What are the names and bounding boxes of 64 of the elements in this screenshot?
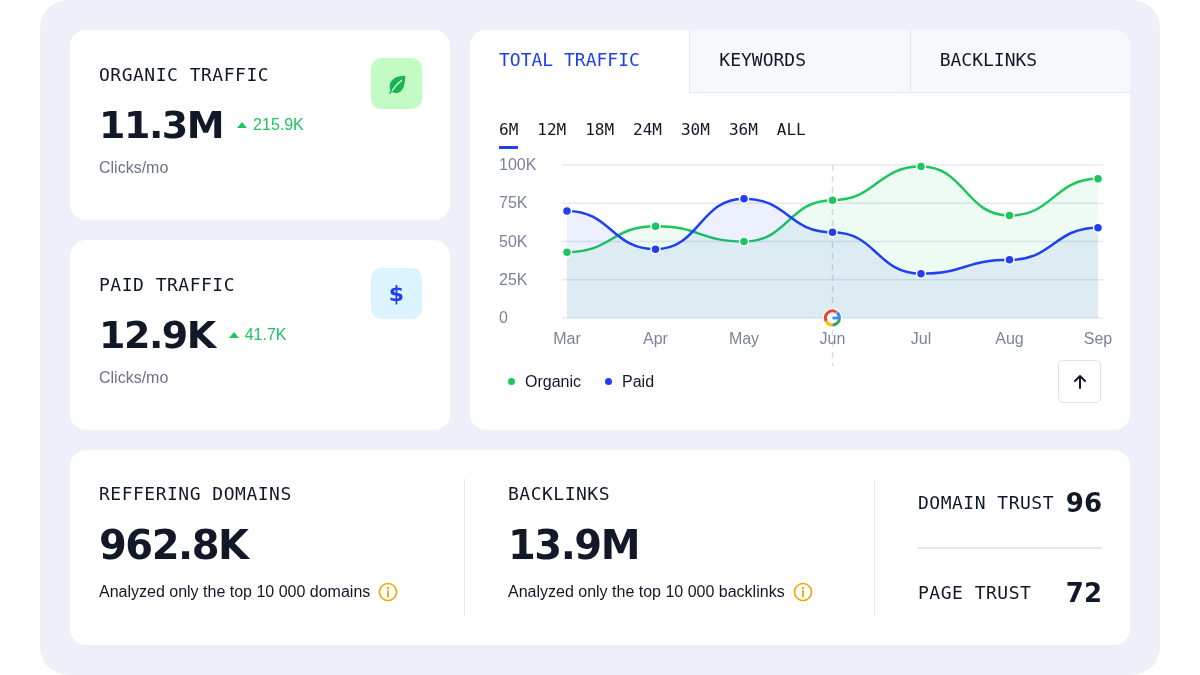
axis-label: Sep bbox=[1083, 330, 1113, 347]
trust-label: PAGE TRUST bbox=[918, 582, 1032, 603]
period-tab[interactable]: 24M bbox=[633, 113, 662, 149]
data-point bbox=[650, 220, 661, 232]
data-point bbox=[561, 205, 573, 217]
axis-label: 75K bbox=[499, 194, 528, 212]
metric-title: REFFERING DOMAINS bbox=[99, 483, 293, 504]
legend-label: Organic bbox=[525, 372, 582, 391]
data-point bbox=[561, 246, 573, 258]
up-triangle-icon bbox=[228, 332, 239, 338]
data-point bbox=[738, 193, 750, 204]
dollar-icon: $ bbox=[371, 268, 422, 319]
axis-label: 25K bbox=[499, 270, 528, 288]
data-point bbox=[1092, 222, 1104, 233]
arrow-up-icon bbox=[1071, 373, 1088, 390]
data-point bbox=[738, 236, 750, 247]
data-point bbox=[915, 161, 927, 172]
card-title: ORGANIC TRAFFIC bbox=[99, 64, 270, 85]
period-tab[interactable]: 36M bbox=[728, 113, 758, 149]
data-point bbox=[1004, 210, 1015, 221]
up-triangle-icon bbox=[237, 122, 248, 128]
trust-label: DOMAIN TRUST bbox=[918, 492, 1055, 513]
data-point bbox=[1092, 173, 1104, 184]
export-button[interactable] bbox=[1058, 360, 1101, 403]
google-icon bbox=[822, 308, 843, 328]
axis-label: 50K bbox=[499, 232, 528, 250]
note-text: Analyzed only the top 10 000 backlinks bbox=[508, 583, 785, 601]
axis-label: Apr bbox=[643, 330, 668, 347]
axis-label: Aug bbox=[995, 330, 1024, 347]
axis-label: Mar bbox=[553, 330, 581, 347]
metric-value: 962.8K bbox=[99, 522, 251, 568]
legend-label: Paid bbox=[622, 372, 655, 391]
leaf-icon bbox=[371, 58, 422, 109]
tab[interactable]: KEYWORDS bbox=[689, 30, 910, 93]
data-point bbox=[827, 227, 838, 238]
data-point bbox=[827, 194, 838, 206]
axis-label: Jun bbox=[819, 330, 846, 347]
change-value: 41.7K bbox=[244, 326, 287, 344]
trust-value: 96 bbox=[1065, 487, 1102, 518]
data-point bbox=[915, 268, 927, 279]
period-tab[interactable]: 6M bbox=[499, 113, 519, 149]
period-tab[interactable]: 12M bbox=[537, 113, 567, 149]
axis-label: Jul bbox=[910, 330, 932, 347]
note-text: Analyzed only the top 10 000 domains bbox=[99, 583, 371, 601]
metric-title: BACKLINKS bbox=[508, 483, 612, 504]
period-tab[interactable]: 30M bbox=[681, 113, 710, 149]
metric-value: 11.3M bbox=[99, 103, 224, 147]
metric-value: 12.9K bbox=[99, 313, 215, 357]
card-title: PAID TRAFFIC bbox=[99, 274, 236, 295]
axis-label: 100K bbox=[499, 156, 537, 173]
info-icon bbox=[378, 582, 399, 602]
period-tab[interactable]: 18M bbox=[585, 113, 615, 149]
tab[interactable]: BACKLINKS bbox=[909, 30, 1130, 93]
data-point bbox=[650, 243, 661, 255]
axis-label: May bbox=[728, 330, 760, 347]
unit-label: Clicks/mo bbox=[99, 159, 170, 177]
period-tab[interactable]: ALL bbox=[776, 113, 806, 149]
unit-label: Clicks/mo bbox=[99, 369, 170, 387]
trust-value: 72 bbox=[1065, 577, 1102, 608]
axis-label: 0 bbox=[499, 309, 508, 326]
metric-value: 13.9M bbox=[508, 522, 640, 568]
info-icon bbox=[792, 582, 813, 602]
data-point bbox=[1004, 254, 1015, 266]
change-value: 215.9K bbox=[253, 116, 304, 134]
